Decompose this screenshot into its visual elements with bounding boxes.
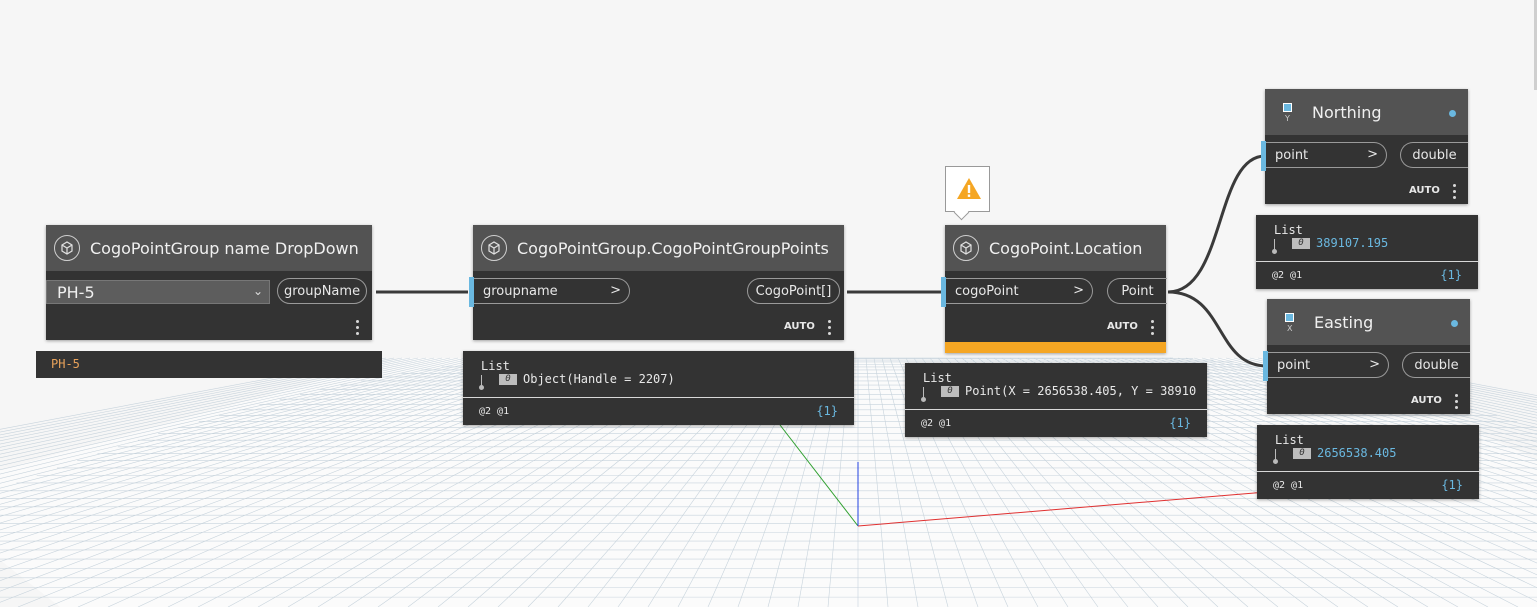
list-value: 2656538.405: [1317, 446, 1397, 460]
list-levels: @2 @1: [1273, 480, 1304, 491]
cogopointgrouppoints-node[interactable]: CogoPointGroup.CogoPointGroupPoints grou…: [469, 225, 844, 340]
easting-node[interactable]: X Easting point > double AUTO: [1263, 299, 1470, 414]
arrow-icon: >: [1073, 283, 1084, 298]
location-preview: List 0 Point(X = 2656538.405, Y = 38910 …: [905, 363, 1207, 437]
output-port-point[interactable]: Point: [1107, 278, 1167, 304]
status-dot: [1451, 320, 1458, 327]
list-levels: @2 @1: [479, 406, 510, 417]
lacing-label[interactable]: AUTO: [784, 321, 815, 332]
cube-icon: [481, 235, 507, 261]
list-index: 0: [499, 374, 517, 385]
cube-icon: [953, 235, 979, 261]
node-menu-icon[interactable]: [828, 320, 832, 335]
northing-node[interactable]: Y Northing point > double AUTO: [1261, 89, 1468, 204]
node-title: Easting: [1314, 312, 1374, 332]
point-x-icon: X: [1285, 313, 1297, 335]
input-port-groupname[interactable]: groupname >: [469, 277, 630, 307]
list-levels: @2 @1: [921, 418, 952, 429]
list-label: List: [1275, 433, 1304, 447]
node-header[interactable]: X Easting: [1267, 299, 1470, 345]
list-value: Point(X = 2656538.405, Y = 38910: [965, 384, 1197, 398]
list-label: List: [1274, 223, 1303, 237]
arrow-icon: >: [1369, 357, 1380, 372]
list-index: 0: [1292, 238, 1310, 249]
node-menu-icon[interactable]: [356, 320, 360, 335]
output-port-cogopoints[interactable]: CogoPoint[]: [747, 278, 840, 304]
output-port-groupname[interactable]: groupName: [277, 278, 367, 304]
group-dropdown-select[interactable]: PH-5 ⌄: [46, 280, 270, 304]
arrow-icon: >: [610, 283, 621, 298]
output-port-double[interactable]: double: [1400, 142, 1468, 168]
node-menu-icon[interactable]: [1453, 184, 1457, 199]
node-header[interactable]: Y Northing: [1265, 89, 1468, 135]
node-title: CogoPointGroup name DropDown: [90, 238, 359, 258]
input-port-point[interactable]: point >: [1263, 351, 1389, 381]
northing-preview: List 0 389107.195 @2 @1 {1}: [1256, 215, 1478, 289]
node-header[interactable]: CogoPointGroup name DropDown: [46, 225, 372, 271]
lacing-label[interactable]: AUTO: [1107, 321, 1138, 332]
node-title: CogoPoint.Location: [989, 238, 1143, 258]
node-title: CogoPointGroup.CogoPointGroupPoints: [517, 238, 829, 258]
cube-icon: [54, 235, 80, 261]
cogopoint-location-node[interactable]: CogoPoint.Location cogoPoint > Point AUT…: [941, 225, 1167, 353]
list-levels: @2 @1: [1272, 270, 1303, 281]
chevron-down-icon: ⌄: [252, 284, 263, 298]
list-count: {1}: [1440, 268, 1462, 282]
node-menu-icon[interactable]: [1151, 320, 1155, 335]
node-menu-icon[interactable]: [1455, 394, 1459, 409]
dropdown-preview: PH-5: [36, 351, 382, 378]
input-port-cogopoint[interactable]: cogoPoint >: [941, 277, 1093, 307]
list-value: 389107.195: [1316, 236, 1389, 250]
node-title: Northing: [1312, 102, 1382, 122]
warning-state-bar: [945, 342, 1166, 353]
input-port-point[interactable]: point >: [1261, 141, 1387, 171]
warning-icon: [957, 178, 981, 199]
list-label: List: [481, 359, 510, 373]
list-index: 0: [941, 386, 959, 397]
list-value: Object(Handle = 2207): [523, 372, 675, 386]
node-header[interactable]: CogoPoint.Location: [945, 225, 1166, 271]
list-label: List: [923, 371, 952, 385]
node-header[interactable]: CogoPointGroup.CogoPointGroupPoints: [473, 225, 844, 271]
output-port-double[interactable]: double: [1402, 352, 1470, 378]
dropdown-selected-value: PH-5: [57, 283, 95, 302]
arrow-icon: >: [1367, 147, 1378, 162]
list-index: 0: [1293, 448, 1311, 459]
easting-preview: List 0 2656538.405 @2 @1 {1}: [1257, 425, 1479, 499]
warning-bubble[interactable]: [945, 166, 990, 221]
lacing-label[interactable]: AUTO: [1409, 185, 1440, 196]
lacing-label[interactable]: AUTO: [1411, 395, 1442, 406]
list-count: {1}: [816, 404, 838, 418]
list-count: {1}: [1441, 478, 1463, 492]
list-count: {1}: [1169, 416, 1191, 430]
dropdown-node[interactable]: CogoPointGroup name DropDown PH-5 ⌄ grou…: [46, 225, 372, 340]
preview-value: PH-5: [51, 357, 80, 371]
grouppoints-preview: List 0 Object(Handle = 2207) @2 @1 {1}: [463, 351, 854, 425]
point-y-icon: Y: [1283, 103, 1295, 125]
status-dot: [1449, 110, 1456, 117]
